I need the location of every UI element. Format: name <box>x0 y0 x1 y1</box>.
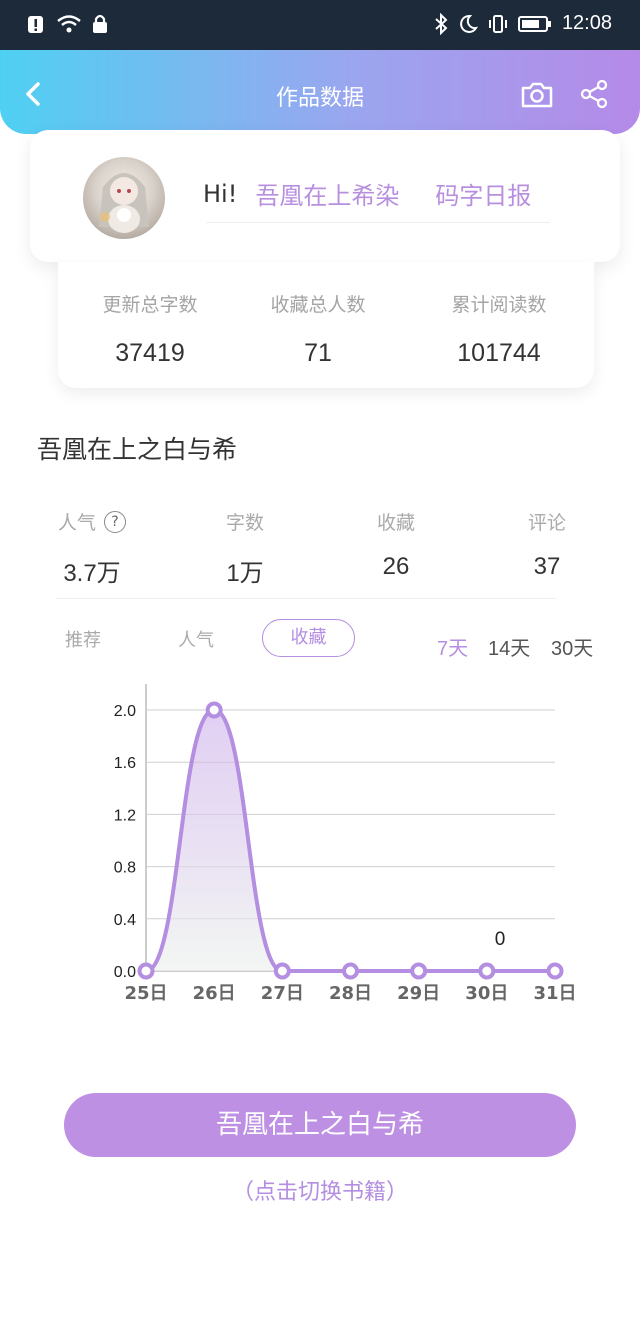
data-point <box>546 962 564 980</box>
tab-favorites[interactable]: 收藏 <box>262 619 355 657</box>
range-7-days[interactable]: 7天 <box>437 632 468 661</box>
stat-favorites: 收藏 26 <box>336 508 456 581</box>
switch-book-button[interactable]: 吾凰在上之白与希 <box>64 1093 576 1157</box>
data-point <box>410 962 428 980</box>
stat-popularity-label: 人气 <box>57 512 96 534</box>
status-time: 12:08 <box>561 12 612 34</box>
data-point <box>205 701 223 719</box>
stat-popularity-value: 3.7万 <box>63 560 121 587</box>
totals-card: 更新总字数 37419 收藏总人数 71 累计阅读数 101744 <box>58 262 594 388</box>
total-favorites: 收藏总人数 71 <box>228 290 408 368</box>
x-tick-label: 26日 <box>193 983 236 1004</box>
value-annotation: 0 <box>495 929 506 950</box>
stat-words: 字数 1万 <box>185 508 305 588</box>
total-reads-value: 101744 <box>457 339 541 367</box>
bluetooth-icon <box>435 12 448 35</box>
x-tick-label: 30日 <box>465 983 508 1004</box>
help-icon[interactable]: ? <box>104 510 126 533</box>
battery-icon <box>517 15 551 32</box>
stat-words-label: 字数 <box>225 512 264 534</box>
x-tick-label: 31日 <box>533 983 576 1004</box>
tab-recommend[interactable]: 推荐 <box>65 626 101 652</box>
author-name: 吾凰在上希染 <box>255 182 400 210</box>
divider <box>56 598 556 599</box>
favorites-chart: 0.0 0.4 0.8 1.2 1.6 2.0 25日 26日 27日 28日 29日 30日 31日 0 <box>114 684 577 1004</box>
series-area <box>146 710 555 971</box>
y-tick-label: 2.0 <box>114 703 136 720</box>
total-words-label: 更新总字数 <box>102 294 198 316</box>
wifi-icon <box>57 15 81 33</box>
tab-popularity[interactable]: 人气 <box>178 626 214 652</box>
data-point <box>342 962 359 980</box>
stat-comments-value: 37 <box>533 553 561 580</box>
stat-words-value: 1万 <box>226 560 264 587</box>
avatar-illustration <box>99 173 149 233</box>
profile-card: Hi! 吾凰在上希染 码字日报 <box>30 130 620 262</box>
x-tick-label: 28日 <box>329 983 372 1004</box>
avatar <box>83 157 165 239</box>
greeting-hi: Hi! <box>203 179 238 208</box>
switch-book-hint[interactable]: （点击切换书籍） <box>0 1174 640 1206</box>
y-tick-label: 1.2 <box>114 807 136 824</box>
total-favorites-value: 71 <box>304 339 332 367</box>
greeting: Hi! 吾凰在上希染 码字日报 <box>203 176 531 211</box>
status-right-icons: 12:08 <box>434 12 612 35</box>
vibrate-icon <box>488 14 507 33</box>
alert-icon <box>28 16 43 33</box>
data-point <box>478 962 496 980</box>
data-point <box>273 962 291 980</box>
stat-comments-label: 评论 <box>527 512 566 534</box>
lock-icon <box>93 14 107 33</box>
stat-favorites-label: 收藏 <box>376 512 415 534</box>
total-words: 更新总字数 37419 <box>60 290 240 368</box>
total-reads-label: 累计阅读数 <box>451 294 547 316</box>
total-reads: 累计阅读数 101744 <box>409 290 589 368</box>
camera-icon[interactable] <box>520 80 554 110</box>
range-14-days[interactable]: 14天 <box>488 632 530 661</box>
stat-popularity: 人气? 3.7万 <box>32 508 152 588</box>
status-bar: 12:08 <box>0 0 640 50</box>
y-tick-label: 0.0 <box>114 964 136 981</box>
stat-favorites-value: 26 <box>382 553 410 580</box>
stat-comments: 评论 37 <box>487 508 607 581</box>
y-tick-label: 0.8 <box>114 860 136 877</box>
x-tick-label: 25日 <box>124 983 167 1004</box>
app-header: 作品数据 <box>0 50 640 134</box>
range-30-days[interactable]: 30天 <box>551 632 593 661</box>
divider <box>206 222 550 223</box>
x-tick-label: 27日 <box>261 983 304 1004</box>
y-tick-label: 0.4 <box>114 912 136 929</box>
x-tick-label: 29日 <box>397 983 440 1004</box>
y-tick-label: 1.6 <box>114 755 136 772</box>
total-favorites-label: 收藏总人数 <box>270 294 366 316</box>
share-icon[interactable] <box>578 78 610 110</box>
data-point <box>137 962 155 980</box>
daily-report-link[interactable]: 码字日报 <box>435 176 531 211</box>
status-left-icons <box>26 13 108 35</box>
book-title: 吾凰在上之白与希 <box>37 435 238 464</box>
total-words-value: 37419 <box>115 339 185 367</box>
moon-icon <box>460 14 478 33</box>
